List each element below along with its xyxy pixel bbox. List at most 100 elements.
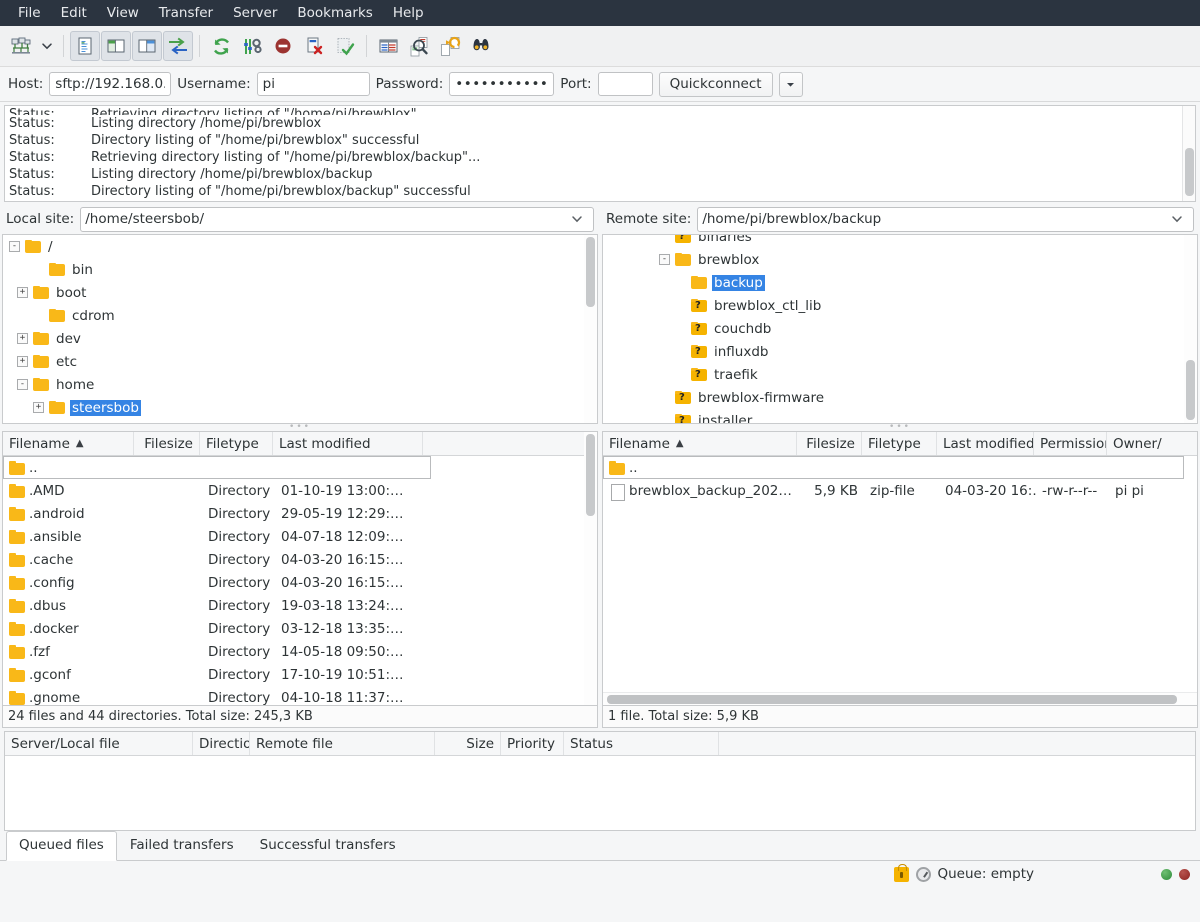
- tree-item-boot[interactable]: + boot: [3, 281, 597, 304]
- toggle-transfer-queue-button[interactable]: [163, 31, 193, 61]
- remote-tree-scrollbar[interactable]: [1184, 235, 1197, 423]
- message-log[interactable]: Status: Retrieving directory listing of …: [4, 105, 1196, 202]
- column-header-filetype[interactable]: Filetype: [862, 432, 937, 455]
- table-row[interactable]: .android Directory 29-05-19 12:29:…: [3, 502, 597, 525]
- site-manager-dropdown-button[interactable]: [37, 31, 57, 61]
- local-pane-splitter[interactable]: •••: [2, 423, 598, 432]
- menu-item-server[interactable]: Server: [223, 2, 287, 24]
- expander-toggle[interactable]: +: [33, 402, 44, 413]
- table-row[interactable]: ..: [3, 456, 431, 479]
- column-header-remote-file[interactable]: Remote file: [250, 732, 435, 755]
- tab-queued-files[interactable]: Queued files: [6, 831, 117, 861]
- menu-item-bookmarks[interactable]: Bookmarks: [287, 2, 382, 24]
- tree-item-etc[interactable]: + etc: [3, 350, 597, 373]
- expander-toggle[interactable]: +: [17, 333, 28, 344]
- tree-item-backup[interactable]: backup: [603, 271, 1197, 294]
- expander-toggle[interactable]: +: [17, 287, 28, 298]
- quickconnect-button[interactable]: Quickconnect: [658, 71, 773, 97]
- menu-item-transfer[interactable]: Transfer: [149, 2, 223, 24]
- table-row[interactable]: .gnome Directory 04-10-18 11:37:…: [3, 686, 597, 705]
- expander-toggle[interactable]: -: [17, 379, 28, 390]
- column-header-priority[interactable]: Priority: [501, 732, 564, 755]
- scrollbar-thumb[interactable]: [1186, 360, 1195, 420]
- remote-directory-tree[interactable]: ? binaries - brewblox backup ? brewblox_…: [602, 234, 1198, 424]
- table-row[interactable]: .fzf Directory 14-05-18 09:50:…: [3, 640, 597, 663]
- tree-item-binaries[interactable]: ? binaries: [603, 235, 1197, 248]
- directory-comparison-sync-button[interactable]: [435, 31, 465, 61]
- column-header-last-modified[interactable]: Last modified: [937, 432, 1034, 455]
- scrollbar-thumb[interactable]: [607, 695, 1177, 704]
- disconnect-button[interactable]: [299, 31, 329, 61]
- column-header-owner-group[interactable]: Owner/: [1107, 432, 1167, 455]
- expander-toggle[interactable]: -: [9, 241, 20, 252]
- remote-file-list[interactable]: Filename ▲ Filesize Filetype Last modifi…: [602, 431, 1198, 706]
- table-row[interactable]: .config Directory 04-03-20 16:15:…: [3, 571, 597, 594]
- tree-item-bin[interactable]: bin: [3, 258, 597, 281]
- tree-item-steersbob[interactable]: + steersbob: [3, 396, 597, 419]
- local-site-combobox[interactable]: /home/steersbob/: [80, 206, 594, 232]
- tree-item-dev[interactable]: + dev: [3, 327, 597, 350]
- column-header-last-modified[interactable]: Last modified: [273, 432, 423, 455]
- toggle-message-log-button[interactable]: [70, 31, 100, 61]
- tree-item-brewblox-firmware[interactable]: ? brewblox-firmware: [603, 386, 1197, 409]
- tree-item-brewblox[interactable]: - brewblox: [603, 248, 1197, 271]
- quickconnect-history-dropdown[interactable]: [778, 71, 803, 97]
- tab-successful-transfers[interactable]: Successful transfers: [247, 831, 409, 860]
- local-tree-scrollbar[interactable]: [584, 235, 597, 423]
- local-file-list-scrollbar[interactable]: [584, 432, 597, 705]
- speed-limit-icon[interactable]: [915, 866, 931, 882]
- table-row[interactable]: .docker Directory 03-12-18 13:35:…: [3, 617, 597, 640]
- tab-failed-transfers[interactable]: Failed transfers: [117, 831, 247, 860]
- expander-toggle[interactable]: -: [659, 254, 670, 265]
- toggle-local-tree-button[interactable]: [101, 31, 131, 61]
- transfer-queue[interactable]: Server/Local file Directio Remote file S…: [4, 731, 1196, 831]
- tree-item-cdrom[interactable]: cdrom: [3, 304, 597, 327]
- username-input[interactable]: [256, 72, 370, 96]
- password-input[interactable]: [449, 72, 555, 96]
- column-header-status[interactable]: Status: [564, 732, 719, 755]
- tree-item-installer[interactable]: ? installer: [603, 409, 1197, 423]
- local-directory-tree[interactable]: - / bin + boot cdrom + dev + etc - home …: [2, 234, 598, 424]
- filter-button[interactable]: [330, 31, 360, 61]
- tree-item-influxdb[interactable]: ? influxdb: [603, 340, 1197, 363]
- tree-item-couchdb[interactable]: ? couchdb: [603, 317, 1197, 340]
- menu-item-view[interactable]: View: [97, 2, 149, 24]
- column-header-filename[interactable]: Filename ▲: [3, 432, 134, 455]
- scrollbar-thumb[interactable]: [586, 434, 595, 516]
- column-header-filesize[interactable]: Filesize: [797, 432, 862, 455]
- table-row[interactable]: .gconf Directory 17-10-19 10:51:…: [3, 663, 597, 686]
- table-row[interactable]: .ansible Directory 04-07-18 12:09:…: [3, 525, 597, 548]
- chevron-down-icon[interactable]: [571, 214, 589, 224]
- remote-site-combobox[interactable]: /home/pi/brewblox/backup: [697, 206, 1194, 232]
- menu-item-file[interactable]: File: [8, 2, 51, 24]
- column-header-filename[interactable]: Filename ▲: [603, 432, 797, 455]
- local-file-list[interactable]: Filename ▲ Filesize Filetype Last modifi…: [2, 431, 598, 706]
- remote-file-list-hscrollbar[interactable]: [603, 692, 1197, 705]
- message-log-scrollbar[interactable]: [1182, 106, 1195, 201]
- scrollbar-thumb[interactable]: [1185, 148, 1194, 196]
- transfer-queue-body[interactable]: [5, 756, 1195, 830]
- column-header-size[interactable]: Size: [435, 732, 501, 755]
- compare-directories-button[interactable]: [373, 31, 403, 61]
- synchronized-browsing-button[interactable]: [404, 31, 434, 61]
- chevron-down-icon[interactable]: [1171, 214, 1189, 224]
- table-row[interactable]: .cache Directory 04-03-20 16:15:…: [3, 548, 597, 571]
- column-header-permission[interactable]: Permission: [1034, 432, 1107, 455]
- expander-toggle[interactable]: +: [17, 356, 28, 367]
- column-header-filesize[interactable]: Filesize: [134, 432, 200, 455]
- tree-item-brewblox-ctl-lib[interactable]: ? brewblox_ctl_lib: [603, 294, 1197, 317]
- toggle-remote-tree-button[interactable]: [132, 31, 162, 61]
- host-input[interactable]: [49, 72, 172, 96]
- column-header-server-local-file[interactable]: Server/Local file: [5, 732, 193, 755]
- remote-pane-splitter[interactable]: •••: [602, 423, 1198, 432]
- menu-item-edit[interactable]: Edit: [51, 2, 97, 24]
- tree-item-home[interactable]: - home: [3, 373, 597, 396]
- port-input[interactable]: [597, 72, 653, 96]
- site-manager-button[interactable]: [6, 31, 36, 61]
- refresh-button[interactable]: [206, 31, 236, 61]
- tree-item-traefik[interactable]: ? traefik: [603, 363, 1197, 386]
- column-header-direction[interactable]: Directio: [193, 732, 250, 755]
- cancel-button[interactable]: [268, 31, 298, 61]
- table-row[interactable]: ..: [603, 456, 1184, 479]
- table-row[interactable]: brewblox_backup_202… 5,9 KB zip-file 04-…: [603, 479, 1197, 502]
